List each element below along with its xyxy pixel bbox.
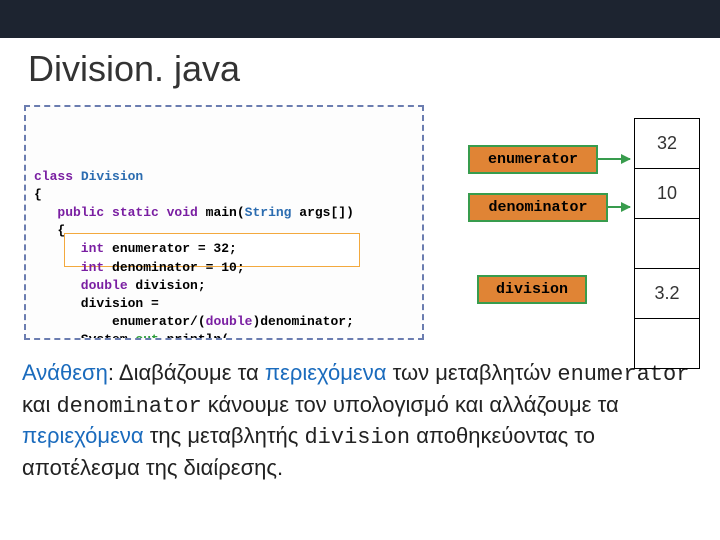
val-cell-4: 3.2 [635,269,700,319]
val-cell-3 [635,219,700,269]
arrow-enum-to-val [598,158,630,160]
code-box: class Division { public static void main… [24,105,424,340]
val-cell-5 [635,319,700,369]
top-bar [0,0,720,38]
var-denominator: denominator [468,193,608,222]
value-table: 32 10 3.2 [634,118,700,369]
val-cell-1: 32 [635,119,700,169]
slide-title: Division. java [28,48,720,90]
arrow-denom-to-val [608,206,630,208]
code-text: class Division { public static void main… [34,168,414,340]
var-enumerator: enumerator [468,145,598,174]
description: Ανάθεση: Διαβάζουμε τα περιεχόμενα των μ… [22,358,698,483]
val-cell-2: 10 [635,169,700,219]
main-area: class Division { public static void main… [20,100,700,350]
var-division: division [477,275,587,304]
